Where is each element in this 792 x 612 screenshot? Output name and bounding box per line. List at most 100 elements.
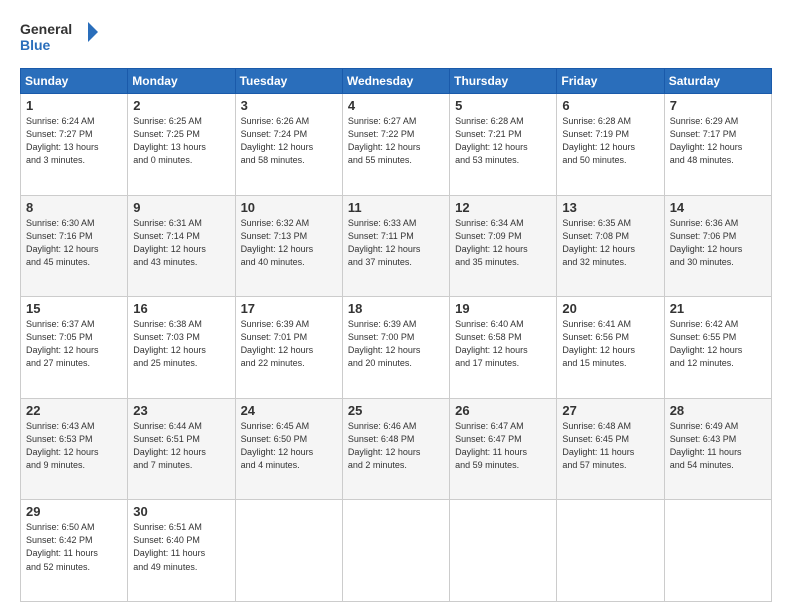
day-info: Sunrise: 6:37 AMSunset: 7:05 PMDaylight:…	[26, 318, 122, 370]
calendar-cell: 15 Sunrise: 6:37 AMSunset: 7:05 PMDayligh…	[21, 297, 128, 399]
calendar-cell: 17 Sunrise: 6:39 AMSunset: 7:01 PMDayligh…	[235, 297, 342, 399]
day-info: Sunrise: 6:46 AMSunset: 6:48 PMDaylight:…	[348, 420, 444, 472]
calendar-cell: 18 Sunrise: 6:39 AMSunset: 7:00 PMDayligh…	[342, 297, 449, 399]
day-info: Sunrise: 6:51 AMSunset: 6:40 PMDaylight:…	[133, 521, 229, 573]
day-number: 7	[670, 98, 766, 113]
calendar-cell: 27 Sunrise: 6:48 AMSunset: 6:45 PMDayligh…	[557, 398, 664, 500]
calendar-cell	[664, 500, 771, 602]
day-info: Sunrise: 6:35 AMSunset: 7:08 PMDaylight:…	[562, 217, 658, 269]
calendar-cell: 14 Sunrise: 6:36 AMSunset: 7:06 PMDayligh…	[664, 195, 771, 297]
calendar-cell: 4 Sunrise: 6:27 AMSunset: 7:22 PMDaylight…	[342, 94, 449, 196]
day-number: 20	[562, 301, 658, 316]
day-number: 25	[348, 403, 444, 418]
calendar-cell: 1Sunrise: 6:24 AMSunset: 7:27 PMDaylight…	[21, 94, 128, 196]
logo-svg: General Blue	[20, 18, 100, 58]
calendar-cell: 11 Sunrise: 6:33 AMSunset: 7:11 PMDayligh…	[342, 195, 449, 297]
calendar-table: SundayMondayTuesdayWednesdayThursdayFrid…	[20, 68, 772, 602]
day-header-monday: Monday	[128, 69, 235, 94]
day-info: Sunrise: 6:40 AMSunset: 6:58 PMDaylight:…	[455, 318, 551, 370]
day-number: 3	[241, 98, 337, 113]
calendar-cell: 2 Sunrise: 6:25 AMSunset: 7:25 PMDaylight…	[128, 94, 235, 196]
day-header-wednesday: Wednesday	[342, 69, 449, 94]
calendar-week-2: 8 Sunrise: 6:30 AMSunset: 7:16 PMDaylight…	[21, 195, 772, 297]
calendar-cell	[235, 500, 342, 602]
day-info: Sunrise: 6:31 AMSunset: 7:14 PMDaylight:…	[133, 217, 229, 269]
calendar-cell: 23 Sunrise: 6:44 AMSunset: 6:51 PMDayligh…	[128, 398, 235, 500]
day-header-saturday: Saturday	[664, 69, 771, 94]
day-number: 22	[26, 403, 122, 418]
day-number: 15	[26, 301, 122, 316]
day-info: Sunrise: 6:42 AMSunset: 6:55 PMDaylight:…	[670, 318, 766, 370]
calendar-cell: 29Sunrise: 6:50 AMSunset: 6:42 PMDayligh…	[21, 500, 128, 602]
day-number: 18	[348, 301, 444, 316]
day-info: Sunrise: 6:48 AMSunset: 6:45 PMDaylight:…	[562, 420, 658, 472]
day-info: Sunrise: 6:47 AMSunset: 6:47 PMDaylight:…	[455, 420, 551, 472]
day-number: 13	[562, 200, 658, 215]
calendar-cell: 7 Sunrise: 6:29 AMSunset: 7:17 PMDaylight…	[664, 94, 771, 196]
calendar-week-1: 1Sunrise: 6:24 AMSunset: 7:27 PMDaylight…	[21, 94, 772, 196]
calendar-cell: 30 Sunrise: 6:51 AMSunset: 6:40 PMDayligh…	[128, 500, 235, 602]
day-number: 2	[133, 98, 229, 113]
day-info: Sunrise: 6:26 AMSunset: 7:24 PMDaylight:…	[241, 115, 337, 167]
day-info: Sunrise: 6:39 AMSunset: 7:01 PMDaylight:…	[241, 318, 337, 370]
day-number: 16	[133, 301, 229, 316]
day-number: 29	[26, 504, 122, 519]
calendar-header-row: SundayMondayTuesdayWednesdayThursdayFrid…	[21, 69, 772, 94]
calendar-cell: 28 Sunrise: 6:49 AMSunset: 6:43 PMDayligh…	[664, 398, 771, 500]
calendar-cell: 25 Sunrise: 6:46 AMSunset: 6:48 PMDayligh…	[342, 398, 449, 500]
day-info: Sunrise: 6:27 AMSunset: 7:22 PMDaylight:…	[348, 115, 444, 167]
day-info: Sunrise: 6:39 AMSunset: 7:00 PMDaylight:…	[348, 318, 444, 370]
calendar-cell: 13 Sunrise: 6:35 AMSunset: 7:08 PMDayligh…	[557, 195, 664, 297]
calendar-cell: 24Sunrise: 6:45 AMSunset: 6:50 PMDayligh…	[235, 398, 342, 500]
day-info: Sunrise: 6:25 AMSunset: 7:25 PMDaylight:…	[133, 115, 229, 167]
day-info: Sunrise: 6:49 AMSunset: 6:43 PMDaylight:…	[670, 420, 766, 472]
day-info: Sunrise: 6:28 AMSunset: 7:19 PMDaylight:…	[562, 115, 658, 167]
day-number: 23	[133, 403, 229, 418]
day-info: Sunrise: 6:45 AMSunset: 6:50 PMDaylight:…	[241, 420, 337, 472]
calendar-cell: 9Sunrise: 6:31 AMSunset: 7:14 PMDaylight…	[128, 195, 235, 297]
calendar-cell: 20Sunrise: 6:41 AMSunset: 6:56 PMDayligh…	[557, 297, 664, 399]
day-info: Sunrise: 6:24 AMSunset: 7:27 PMDaylight:…	[26, 115, 122, 167]
calendar-cell: 26 Sunrise: 6:47 AMSunset: 6:47 PMDayligh…	[450, 398, 557, 500]
svg-text:Blue: Blue	[20, 37, 51, 53]
calendar-cell	[557, 500, 664, 602]
calendar-week-4: 22 Sunrise: 6:43 AMSunset: 6:53 PMDayligh…	[21, 398, 772, 500]
svg-text:General: General	[20, 21, 72, 37]
day-info: Sunrise: 6:32 AMSunset: 7:13 PMDaylight:…	[241, 217, 337, 269]
calendar-cell: 8 Sunrise: 6:30 AMSunset: 7:16 PMDaylight…	[21, 195, 128, 297]
day-number: 10	[241, 200, 337, 215]
day-info: Sunrise: 6:30 AMSunset: 7:16 PMDaylight:…	[26, 217, 122, 269]
calendar-cell: 21 Sunrise: 6:42 AMSunset: 6:55 PMDayligh…	[664, 297, 771, 399]
calendar-cell: 19 Sunrise: 6:40 AMSunset: 6:58 PMDayligh…	[450, 297, 557, 399]
calendar-week-5: 29Sunrise: 6:50 AMSunset: 6:42 PMDayligh…	[21, 500, 772, 602]
calendar-cell: 3 Sunrise: 6:26 AMSunset: 7:24 PMDaylight…	[235, 94, 342, 196]
calendar-cell: 22 Sunrise: 6:43 AMSunset: 6:53 PMDayligh…	[21, 398, 128, 500]
day-number: 14	[670, 200, 766, 215]
day-number: 17	[241, 301, 337, 316]
day-number: 21	[670, 301, 766, 316]
day-header-sunday: Sunday	[21, 69, 128, 94]
day-header-tuesday: Tuesday	[235, 69, 342, 94]
day-number: 19	[455, 301, 551, 316]
day-info: Sunrise: 6:29 AMSunset: 7:17 PMDaylight:…	[670, 115, 766, 167]
day-info: Sunrise: 6:36 AMSunset: 7:06 PMDaylight:…	[670, 217, 766, 269]
calendar-cell: 10 Sunrise: 6:32 AMSunset: 7:13 PMDayligh…	[235, 195, 342, 297]
day-info: Sunrise: 6:38 AMSunset: 7:03 PMDaylight:…	[133, 318, 229, 370]
day-number: 11	[348, 200, 444, 215]
day-number: 5	[455, 98, 551, 113]
header: General Blue	[20, 18, 772, 58]
day-header-thursday: Thursday	[450, 69, 557, 94]
day-info: Sunrise: 6:44 AMSunset: 6:51 PMDaylight:…	[133, 420, 229, 472]
calendar-page: General Blue SundayMondayTuesdayWednesda…	[0, 0, 792, 612]
day-info: Sunrise: 6:43 AMSunset: 6:53 PMDaylight:…	[26, 420, 122, 472]
calendar-cell	[342, 500, 449, 602]
day-number: 27	[562, 403, 658, 418]
day-number: 30	[133, 504, 229, 519]
day-info: Sunrise: 6:28 AMSunset: 7:21 PMDaylight:…	[455, 115, 551, 167]
day-number: 26	[455, 403, 551, 418]
day-info: Sunrise: 6:33 AMSunset: 7:11 PMDaylight:…	[348, 217, 444, 269]
day-number: 28	[670, 403, 766, 418]
day-number: 4	[348, 98, 444, 113]
calendar-week-3: 15 Sunrise: 6:37 AMSunset: 7:05 PMDayligh…	[21, 297, 772, 399]
day-number: 8	[26, 200, 122, 215]
